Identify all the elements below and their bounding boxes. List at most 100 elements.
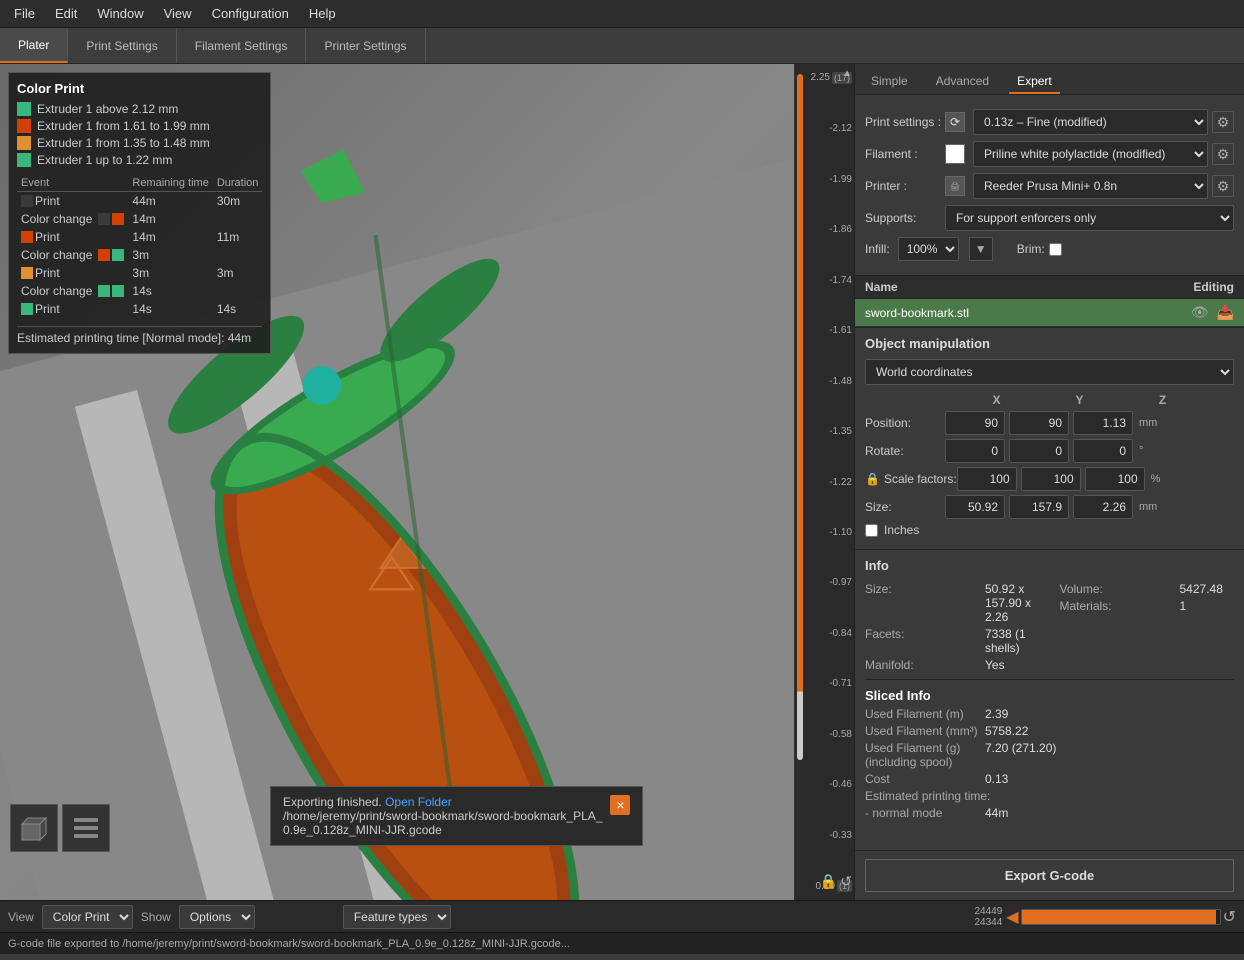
filament-select[interactable]: Priline white polylactide (modified) xyxy=(973,141,1208,167)
ruler-v3: -1.86 xyxy=(797,224,852,235)
coord-mode-select[interactable]: World coordinates xyxy=(865,359,1234,385)
extruder-item-1: Extruder 1 above 2.12 mm xyxy=(17,102,262,116)
menubar: File Edit Window View Configuration Help xyxy=(0,0,1244,28)
export-gcode-button[interactable]: Export G-code xyxy=(865,859,1234,892)
inches-label: Inches xyxy=(884,523,919,537)
menu-help[interactable]: Help xyxy=(299,2,346,25)
info-manifold-key: Manifold: xyxy=(865,658,985,672)
tab-simple[interactable]: Simple xyxy=(863,70,916,94)
ruler-lock-btn[interactable]: 🔒 xyxy=(819,873,836,889)
printer-gear[interactable]: ⚙ xyxy=(1212,175,1234,197)
progress-high: 24449 xyxy=(974,906,1002,917)
view-label: View xyxy=(8,910,34,924)
scale-z-input[interactable]: 100 xyxy=(1085,467,1145,491)
rotate-inputs: 0 0 0 ° xyxy=(945,439,1234,463)
filament-gear[interactable]: ⚙ xyxy=(1212,143,1234,165)
tab-printer-settings[interactable]: Printer Settings xyxy=(306,28,425,63)
rotate-x-input[interactable]: 0 xyxy=(945,439,1005,463)
ruler-v8: -1.22 xyxy=(797,477,852,488)
ruler-v12: -0.71 xyxy=(797,678,852,689)
lock-icon[interactable]: 🔒 xyxy=(865,472,880,486)
position-y-input[interactable]: 90 xyxy=(1009,411,1069,435)
sliced-title: Sliced Info xyxy=(865,688,1234,703)
menu-configuration[interactable]: Configuration xyxy=(202,2,299,25)
position-unit: mm xyxy=(1139,417,1159,429)
print-settings-gear[interactable]: ⚙ xyxy=(1212,111,1234,133)
feature-types-select[interactable]: Feature types xyxy=(343,905,451,929)
extruder-label-3: Extruder 1 from 1.35 to 1.48 mm xyxy=(37,136,210,150)
size-x-input[interactable]: 50.92 xyxy=(945,495,1005,519)
viewport[interactable]: Color Print Extruder 1 above 2.12 mm Ext… xyxy=(0,64,794,900)
printer-select[interactable]: Reeder Prusa Mini+ 0.8n xyxy=(973,173,1208,199)
menu-edit[interactable]: Edit xyxy=(45,2,87,25)
scale-y-input[interactable]: 100 xyxy=(1021,467,1081,491)
object-row: sword-bookmark.stl 👁 📤 xyxy=(855,299,1244,327)
printer-row: Printer : 🖨 Reeder Prusa Mini+ 0.8n ⚙ xyxy=(865,173,1234,199)
position-x-input[interactable]: 90 xyxy=(945,411,1005,435)
brim-label: Brim: xyxy=(1017,242,1045,256)
export-section: Export G-code xyxy=(855,850,1244,900)
sliced-m-val: 2.39 xyxy=(985,707,1008,721)
event-duration-0: 30m xyxy=(213,192,263,211)
supports-select[interactable]: For support enforcers only xyxy=(945,205,1234,231)
progress-bar-fill xyxy=(1022,910,1216,924)
bottom-toolbar: View Color Print Show Options Feature ty… xyxy=(0,900,1244,932)
info-volume-row: Volume: 5427.48 xyxy=(1060,582,1235,596)
rotate-y-input[interactable]: 0 xyxy=(1009,439,1069,463)
position-z-input[interactable]: 1.13 xyxy=(1073,411,1133,435)
tab-expert[interactable]: Expert xyxy=(1009,70,1060,94)
menu-window[interactable]: Window xyxy=(87,2,153,25)
ruler-v11: -0.84 xyxy=(797,628,852,639)
progress-left-arrow[interactable]: ◀ xyxy=(1006,907,1018,927)
tabbar: Plater Print Settings Filament Settings … xyxy=(0,28,1244,64)
progress-reset-btn[interactable]: ↺ xyxy=(1223,907,1236,927)
position-label: Position: xyxy=(865,416,945,430)
right-panel: Simple Advanced Expert Print settings : … xyxy=(854,64,1244,900)
info-volume-val: 5427.48 xyxy=(1180,582,1223,596)
infill-dropdown-btn[interactable]: ▼ xyxy=(969,237,993,261)
options-select[interactable]: Options xyxy=(179,905,255,929)
nav-layers-btn[interactable] xyxy=(62,804,110,852)
ruler-reset-btn[interactable]: ↺ xyxy=(840,873,852,889)
extruder-item-3: Extruder 1 from 1.35 to 1.48 mm xyxy=(17,136,262,150)
rotate-z-input[interactable]: 0 xyxy=(1073,439,1133,463)
inches-checkbox[interactable] xyxy=(865,524,878,537)
object-edit-btn[interactable]: 📤 xyxy=(1217,304,1234,321)
info-manifold-val: Yes xyxy=(985,658,1005,672)
infill-select[interactable]: 100% xyxy=(898,237,959,261)
size-y-input[interactable]: 157.9 xyxy=(1009,495,1069,519)
status-bar: G-code file exported to /home/jeremy/pri… xyxy=(0,932,1244,954)
scale-x-input[interactable]: 100 xyxy=(957,467,1017,491)
printer-swatch: 🖨 xyxy=(945,176,965,196)
object-visibility-btn[interactable]: 👁 xyxy=(1191,304,1209,321)
ruler-arrow-up[interactable]: ▲ xyxy=(842,68,852,79)
ruler-v9: -1.10 xyxy=(797,527,852,538)
notification-close-button[interactable]: × xyxy=(610,795,630,815)
open-folder-link[interactable]: Open Folder xyxy=(385,795,452,809)
tab-print-settings[interactable]: Print Settings xyxy=(68,28,176,63)
col-remaining: Remaining time xyxy=(128,175,212,192)
info-title: Info xyxy=(865,558,1234,573)
print-settings-select[interactable]: 0.13z – Fine (modified) xyxy=(973,109,1208,135)
nav-cube-3d[interactable] xyxy=(10,804,58,852)
nav-cube xyxy=(10,804,110,852)
color-print-select[interactable]: Color Print xyxy=(42,905,133,929)
object-actions: 👁 📤 xyxy=(1191,304,1234,321)
ruler-controls: 🔒 ↺ xyxy=(819,873,852,890)
tab-advanced[interactable]: Advanced xyxy=(928,70,997,94)
menu-file[interactable]: File xyxy=(4,2,45,25)
sliced-mm3-val: 5758.22 xyxy=(985,724,1028,738)
sliced-cost-val: 0.13 xyxy=(985,772,1008,786)
menu-view[interactable]: View xyxy=(154,2,202,25)
size-inputs: 50.92 157.9 2.26 mm xyxy=(945,495,1234,519)
brim-checkbox[interactable] xyxy=(1049,243,1062,256)
infill-label: Infill: xyxy=(865,242,890,256)
extruder-item-4: Extruder 1 up to 1.22 mm xyxy=(17,153,262,167)
extruder-swatch-3 xyxy=(17,136,31,150)
size-z-input[interactable]: 2.26 xyxy=(1073,495,1133,519)
info-facets-key: Facets: xyxy=(865,627,985,655)
tab-filament-settings[interactable]: Filament Settings xyxy=(177,28,307,63)
notif-path: /home/jeremy/print/sword-bookmark/sword-… xyxy=(283,809,602,823)
progress-bar[interactable] xyxy=(1021,909,1221,925)
tab-plater[interactable]: Plater xyxy=(0,28,68,63)
